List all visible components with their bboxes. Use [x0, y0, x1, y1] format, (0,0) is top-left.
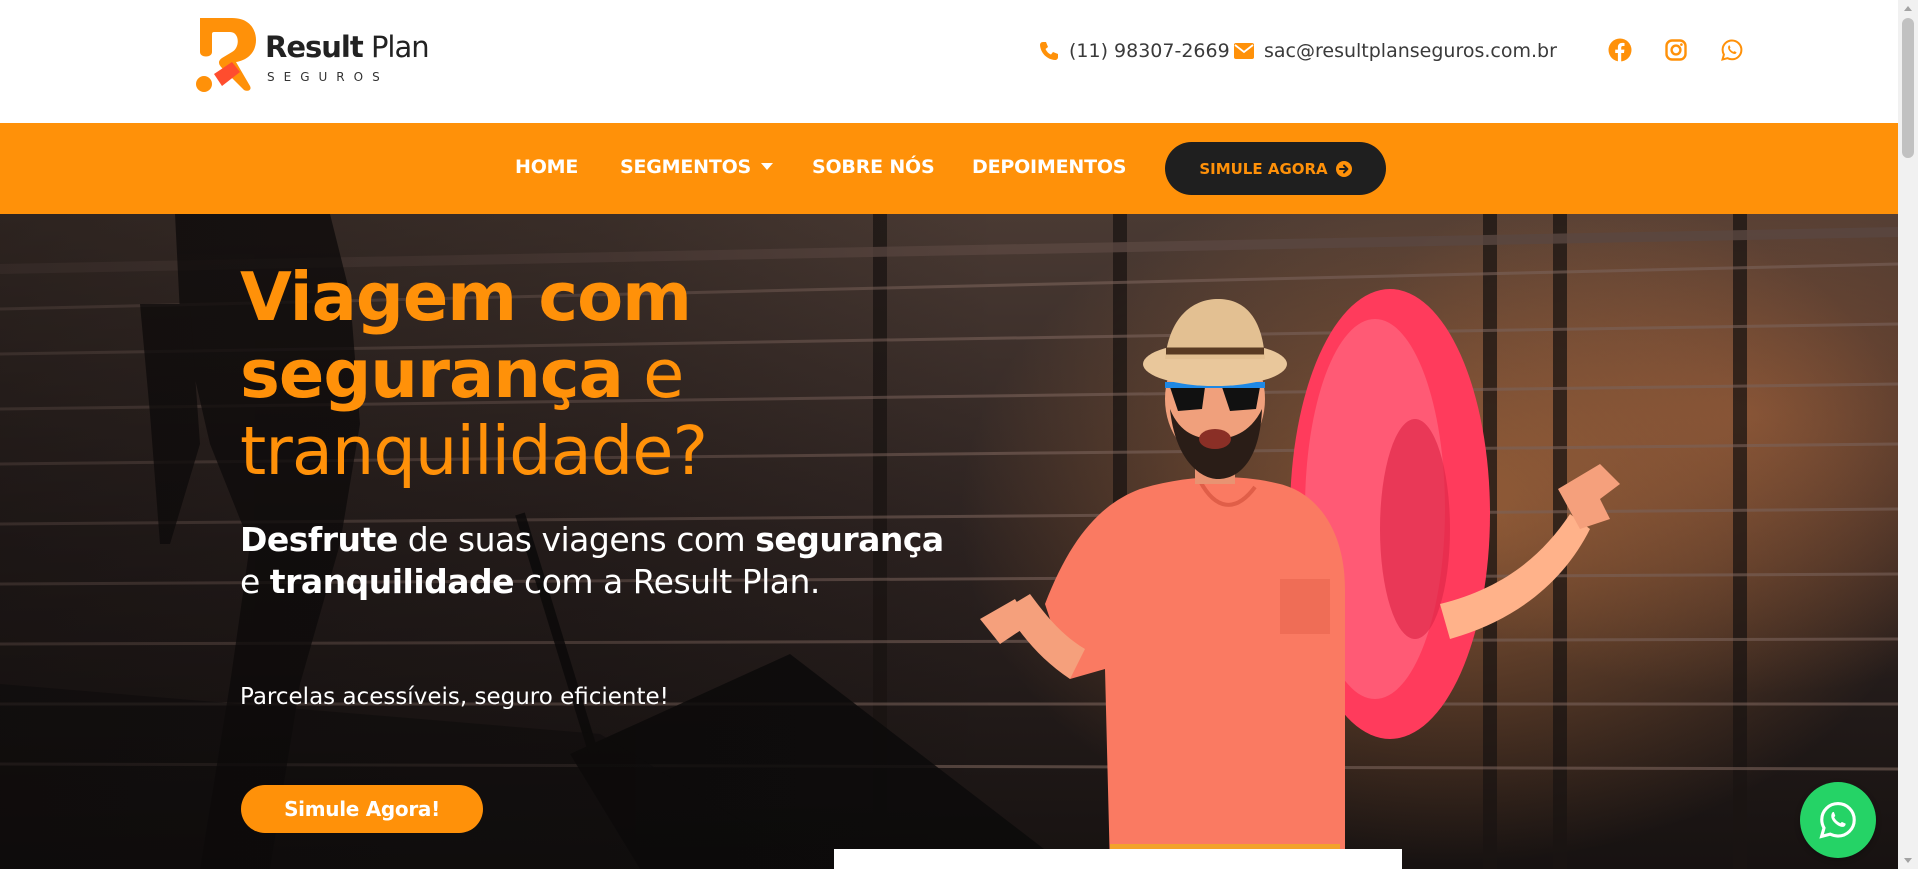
phone-icon	[1040, 42, 1058, 60]
hero-section: Viagem com segurança e tranquilidade? De…	[0, 214, 1898, 869]
nav-item-segmentos[interactable]: SEGMENTOS	[620, 156, 774, 178]
top-header: Result Plan SEGUROS (11) 98307-2669 sac@…	[0, 0, 1898, 123]
hero-title-line1: Viagem com	[240, 258, 692, 336]
nav-item-segmentos-label: SEGMENTOS	[620, 156, 752, 178]
hero-tagline: Parcelas acessíveis, seguro eficiente!	[240, 684, 669, 710]
scroll-thumb[interactable]	[1902, 18, 1914, 158]
whatsapp-icon	[1721, 39, 1743, 61]
hero-sub-part-1: Desfrute	[240, 520, 398, 559]
hero-sub-part-2: de suas viagens com	[397, 520, 756, 559]
scroll-down-arrow-icon[interactable]	[1898, 852, 1918, 869]
hero-sub-part-6: com a Result Plan.	[514, 562, 820, 601]
email-address: sac@resultplanseguros.com.br	[1264, 40, 1557, 62]
hero-title: Viagem com segurança e tranquilidade?	[240, 259, 940, 490]
whatsapp-icon	[1819, 802, 1856, 839]
hero-sub-part-4: e	[240, 562, 270, 601]
brand-name: Result Plan	[265, 30, 430, 64]
hero-title-line2-bold: segurança	[240, 335, 624, 413]
logo-mark-icon	[196, 18, 256, 92]
whatsapp-link[interactable]	[1718, 36, 1746, 64]
nav-item-depoimentos[interactable]: DEPOIMENTOS	[972, 156, 1126, 178]
nav-simule-button[interactable]: SIMULE AGORA	[1165, 142, 1386, 195]
hero-sub-part-3: segurança	[755, 520, 944, 559]
email-contact[interactable]: sac@resultplanseguros.com.br	[1234, 36, 1557, 66]
phone-number: (11) 98307-2669	[1069, 40, 1230, 62]
scroll-up-arrow-icon[interactable]	[1898, 0, 1918, 17]
facebook-link[interactable]	[1606, 36, 1634, 64]
page-scrollbar[interactable]	[1898, 0, 1918, 869]
facebook-icon	[1608, 38, 1632, 62]
caret-down-icon	[761, 163, 774, 170]
nav-simule-label: SIMULE AGORA	[1199, 159, 1328, 178]
hero-sub-part-5: tranquilidade	[269, 562, 515, 601]
nav-item-home[interactable]: HOME	[515, 156, 578, 178]
hero-title-line2-light: e	[622, 335, 684, 413]
hero-title-line3: tranquilidade?	[240, 412, 708, 490]
hero-simule-button[interactable]: Simule Agora!	[241, 785, 483, 833]
brand-tagline: SEGUROS	[267, 70, 389, 84]
arrow-circle-right-icon	[1335, 160, 1352, 177]
main-nav: HOME SEGMENTOS SOBRE NÓS DEPOIMENTOS SIM…	[0, 123, 1898, 214]
brand-logo[interactable]: Result Plan SEGUROS	[192, 12, 432, 94]
envelope-icon	[1234, 43, 1254, 59]
instagram-link[interactable]	[1662, 36, 1690, 64]
hero-person-image	[980, 289, 1620, 869]
section-card-edge	[834, 849, 1402, 869]
nav-item-sobre-nos[interactable]: SOBRE NÓS	[812, 156, 935, 178]
phone-contact[interactable]: (11) 98307-2669	[1039, 36, 1230, 66]
floating-whatsapp-button[interactable]	[1800, 782, 1876, 858]
hero-subtitle: Desfrute de suas viagens com segurança e…	[240, 519, 960, 603]
instagram-icon	[1665, 39, 1687, 61]
